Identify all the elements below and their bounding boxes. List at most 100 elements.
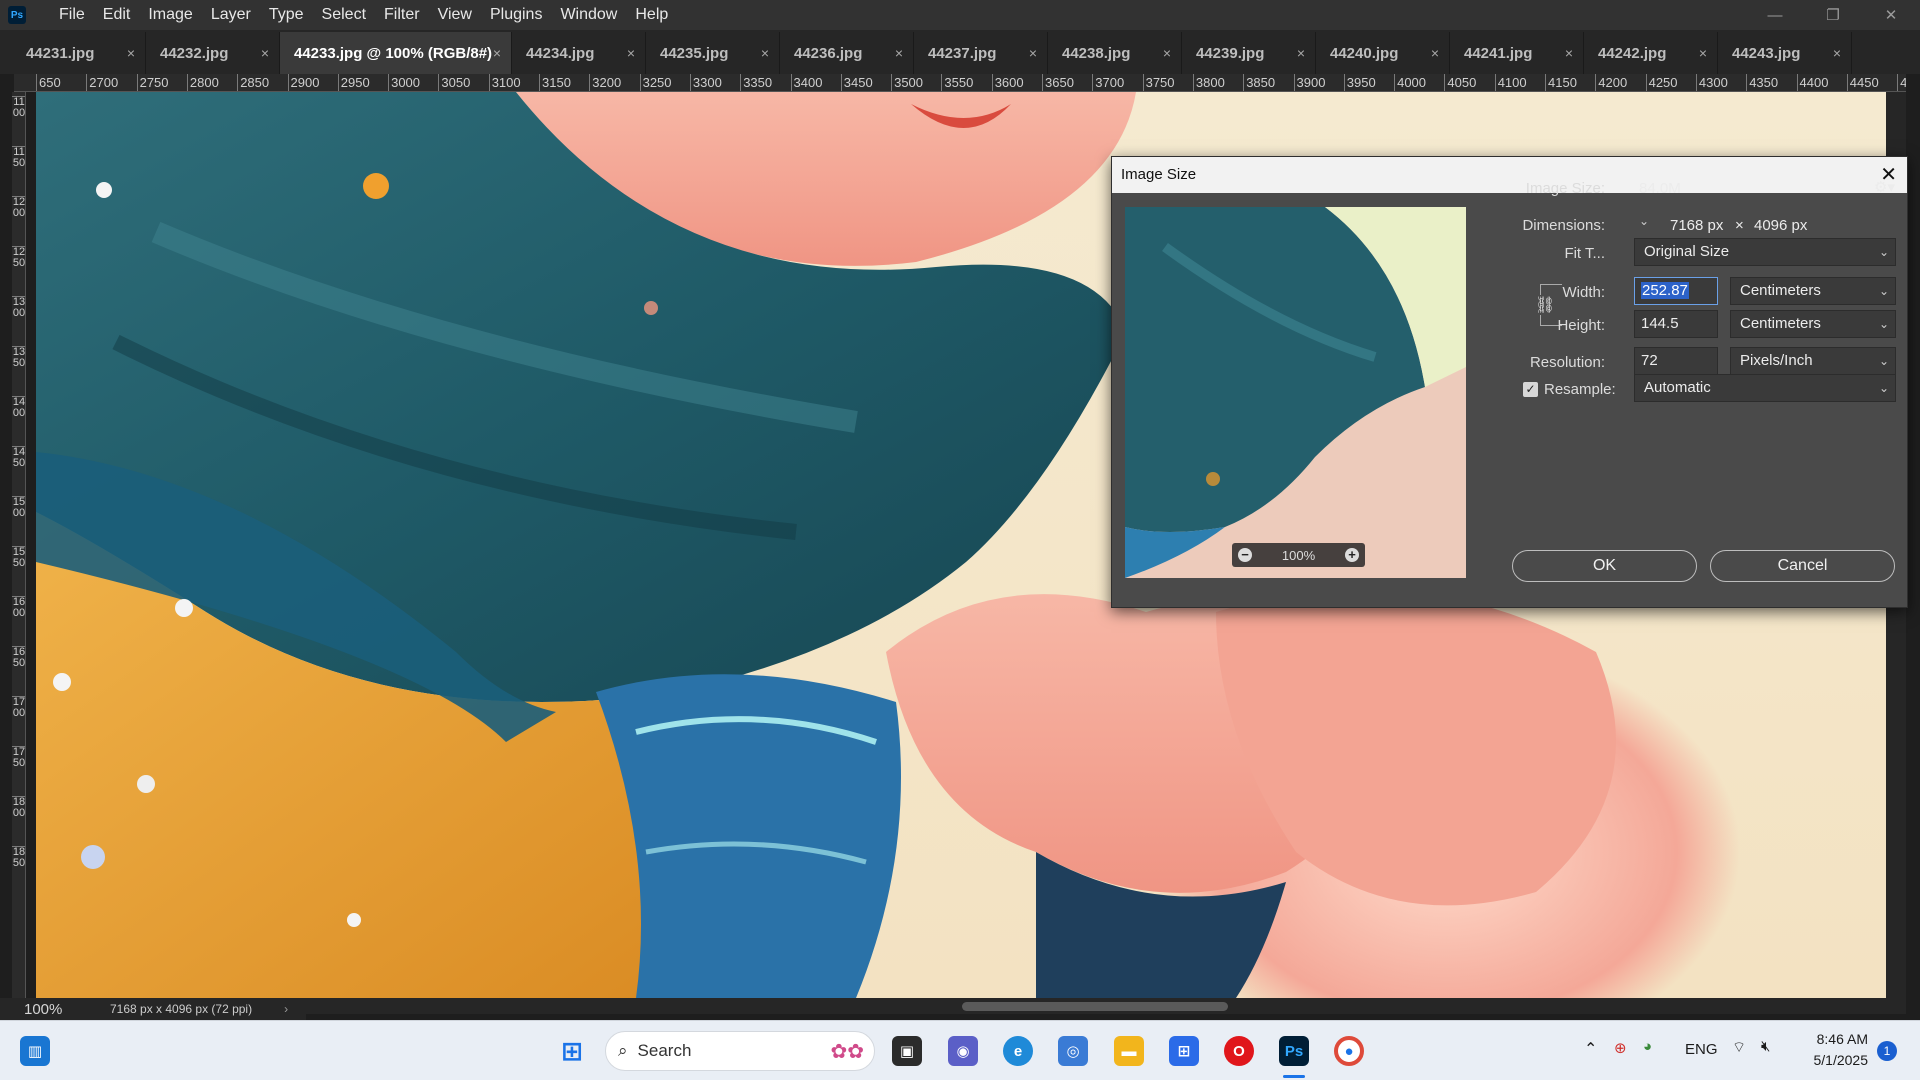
resample-checkbox[interactable]: ✓ [1523,382,1538,397]
menu-item-image[interactable]: Image [139,0,201,30]
clock-time[interactable]: 8:46 AM [1788,1031,1868,1047]
tab-close-icon[interactable]: × [761,45,769,61]
ruler-tick-label: 3300 [689,74,722,91]
widgets-icon[interactable]: ▥ [20,1036,50,1066]
tab-close-icon[interactable]: × [1029,45,1037,61]
menu-item-select[interactable]: Select [313,0,375,30]
tab-close-icon[interactable]: × [1565,45,1573,61]
menu-item-layer[interactable]: Layer [202,0,260,30]
zoom-in-icon[interactable]: + [1345,548,1359,562]
gear-icon[interactable]: ⚙▾ [1874,178,1895,196]
chrome-icon[interactable]: ● [1334,1036,1364,1066]
globe-icon[interactable]: ◕ [1643,1038,1652,1055]
resample-dropdown[interactable]: Automatic ⌄ [1634,374,1896,402]
fit-to-dropdown[interactable]: Original Size ⌄ [1634,238,1896,266]
ok-button[interactable]: OK [1512,550,1697,582]
notification-badge[interactable]: 1 [1877,1041,1897,1061]
menu-item-view[interactable]: View [429,0,481,30]
lens-icon[interactable]: ◎ [1058,1036,1088,1066]
taskbar-search[interactable]: ⌕ Search ✿✿ [605,1031,875,1071]
menu-items: File Edit Image Layer Type Select Filter View Pl… [50,0,677,30]
task-view-icon[interactable]: ▣ [892,1036,922,1066]
status-zoom-level[interactable]: 100% [24,1001,110,1018]
tab-11[interactable]: 44242.jpg × [1584,32,1718,74]
tab-0[interactable]: 44231.jpg × [12,32,146,74]
start-menu-icon[interactable]: ⊞ [557,1036,587,1066]
tab-close-icon[interactable]: × [1163,45,1171,61]
tab-close-icon[interactable]: × [1833,45,1841,61]
resolution-unit-dropdown[interactable]: Pixels/Inch ⌄ [1730,347,1896,375]
edge-icon[interactable]: e [1003,1036,1033,1066]
tab-12[interactable]: 44243.jpg × [1718,32,1852,74]
tab-10[interactable]: 44241.jpg × [1450,32,1584,74]
tab-2[interactable]: 44233.jpg @ 100% (RGB/8#) × [280,32,512,74]
dialog-preview[interactable]: − 100% + [1125,207,1466,578]
tab-close-icon[interactable]: × [1699,45,1707,61]
chevron-down-icon: ⌄ [1878,354,1889,368]
tab-label: 44238.jpg [1062,44,1131,62]
ruler-tick-label: 3550 [941,74,973,91]
tab-label: 44243.jpg [1732,44,1801,62]
menu-item-edit[interactable]: Edit [94,0,140,30]
width-label: Width: [1562,284,1605,301]
tab-label: 44234.jpg [526,44,595,62]
tab-3[interactable]: 44234.jpg × [512,32,646,74]
windows-taskbar: ▥ ⊞ ⌕ Search ✿✿ ▣ ◉ e ◎ ▬ ⊞ O Ps ● ⌃ ⊕ ◕… [0,1020,1920,1080]
menu-item-window[interactable]: Window [551,0,626,30]
restore-icon[interactable]: ❐ [1804,0,1862,30]
dimensions-unit-chevron-icon[interactable]: ⌄ [1639,214,1649,228]
tab-4[interactable]: 44235.jpg × [646,32,780,74]
teams-icon[interactable]: ◉ [948,1036,978,1066]
tab-close-icon[interactable]: × [1431,45,1439,61]
vertical-ruler[interactable]: 1100 1150 1200 1250 1300 1350 1400 1450 1500 1550… [12,92,26,998]
minimize-icon[interactable]: — [1746,0,1804,30]
wifi-icon[interactable]: ⌔ [1732,1038,1746,1057]
height-input[interactable]: 144.5 [1634,310,1718,338]
tab-close-icon[interactable]: × [493,45,501,61]
menu-item-file[interactable]: File [50,0,94,30]
microsoft-store-icon[interactable]: ⊞ [1169,1036,1199,1066]
resolution-input[interactable]: 72 [1634,347,1718,375]
close-icon[interactable]: ✕ [1862,0,1920,30]
cancel-button[interactable]: Cancel [1710,550,1895,582]
vpn-icon[interactable]: ⊕ [1614,1039,1627,1057]
ruler-tick-label: 1750 [12,746,26,769]
tab-close-icon[interactable]: × [895,45,903,61]
ruler-tick-label: 4350 [1746,74,1778,91]
width-input[interactable]: 252.87 [1634,277,1718,305]
ruler-tick-label: 2900 [287,74,319,91]
ruler-tick-label: 1700 [12,696,26,719]
tab-close-icon[interactable]: × [261,45,269,61]
menu-item-type[interactable]: Type [260,0,313,30]
tab-1[interactable]: 44232.jpg × [146,32,280,74]
menu-item-filter[interactable]: Filter [375,0,429,30]
width-unit-dropdown[interactable]: Centimeters ⌄ [1730,277,1896,305]
tab-6[interactable]: 44237.jpg × [914,32,1048,74]
file-explorer-icon[interactable]: ▬ [1114,1036,1144,1066]
image-size-value: 84.0M [1639,180,1681,197]
tab-8[interactable]: 44239.jpg × [1182,32,1316,74]
clock-date[interactable]: 5/1/2025 [1788,1052,1869,1068]
horizontal-ruler[interactable]: 650 2700 2750 2800 2850 2900 2950 3000 3050 3100 3… [14,74,1906,92]
search-label: Search [637,1041,692,1060]
photoshop-taskbar-icon[interactable]: Ps [1279,1036,1309,1066]
menu-item-help[interactable]: Help [626,0,677,30]
preview-image [1125,207,1466,578]
status-expand-icon[interactable]: › [284,1002,288,1016]
tray-overflow-chevron-icon[interactable]: ⌃ [1584,1039,1597,1059]
opera-icon[interactable]: O [1224,1036,1254,1066]
tab-5[interactable]: 44236.jpg × [780,32,914,74]
menu-item-plugins[interactable]: Plugins [481,0,551,30]
tab-close-icon[interactable]: × [1297,45,1305,61]
tab-close-icon[interactable]: × [627,45,635,61]
ruler-tick-label: 4450 [1846,74,1879,91]
zoom-out-icon[interactable]: − [1238,548,1252,562]
input-language[interactable]: ENG [1685,1041,1718,1058]
tab-label: 44232.jpg [160,44,229,62]
tab-9[interactable]: 44240.jpg × [1316,32,1450,74]
height-unit-dropdown[interactable]: Centimeters ⌄ [1730,310,1896,338]
horizontal-scroll-thumb[interactable] [962,1002,1228,1011]
tab-7[interactable]: 44238.jpg × [1048,32,1182,74]
tab-close-icon[interactable]: × [127,45,135,61]
speaker-muted-icon[interactable]: 🔇︎ [1761,1038,1770,1055]
